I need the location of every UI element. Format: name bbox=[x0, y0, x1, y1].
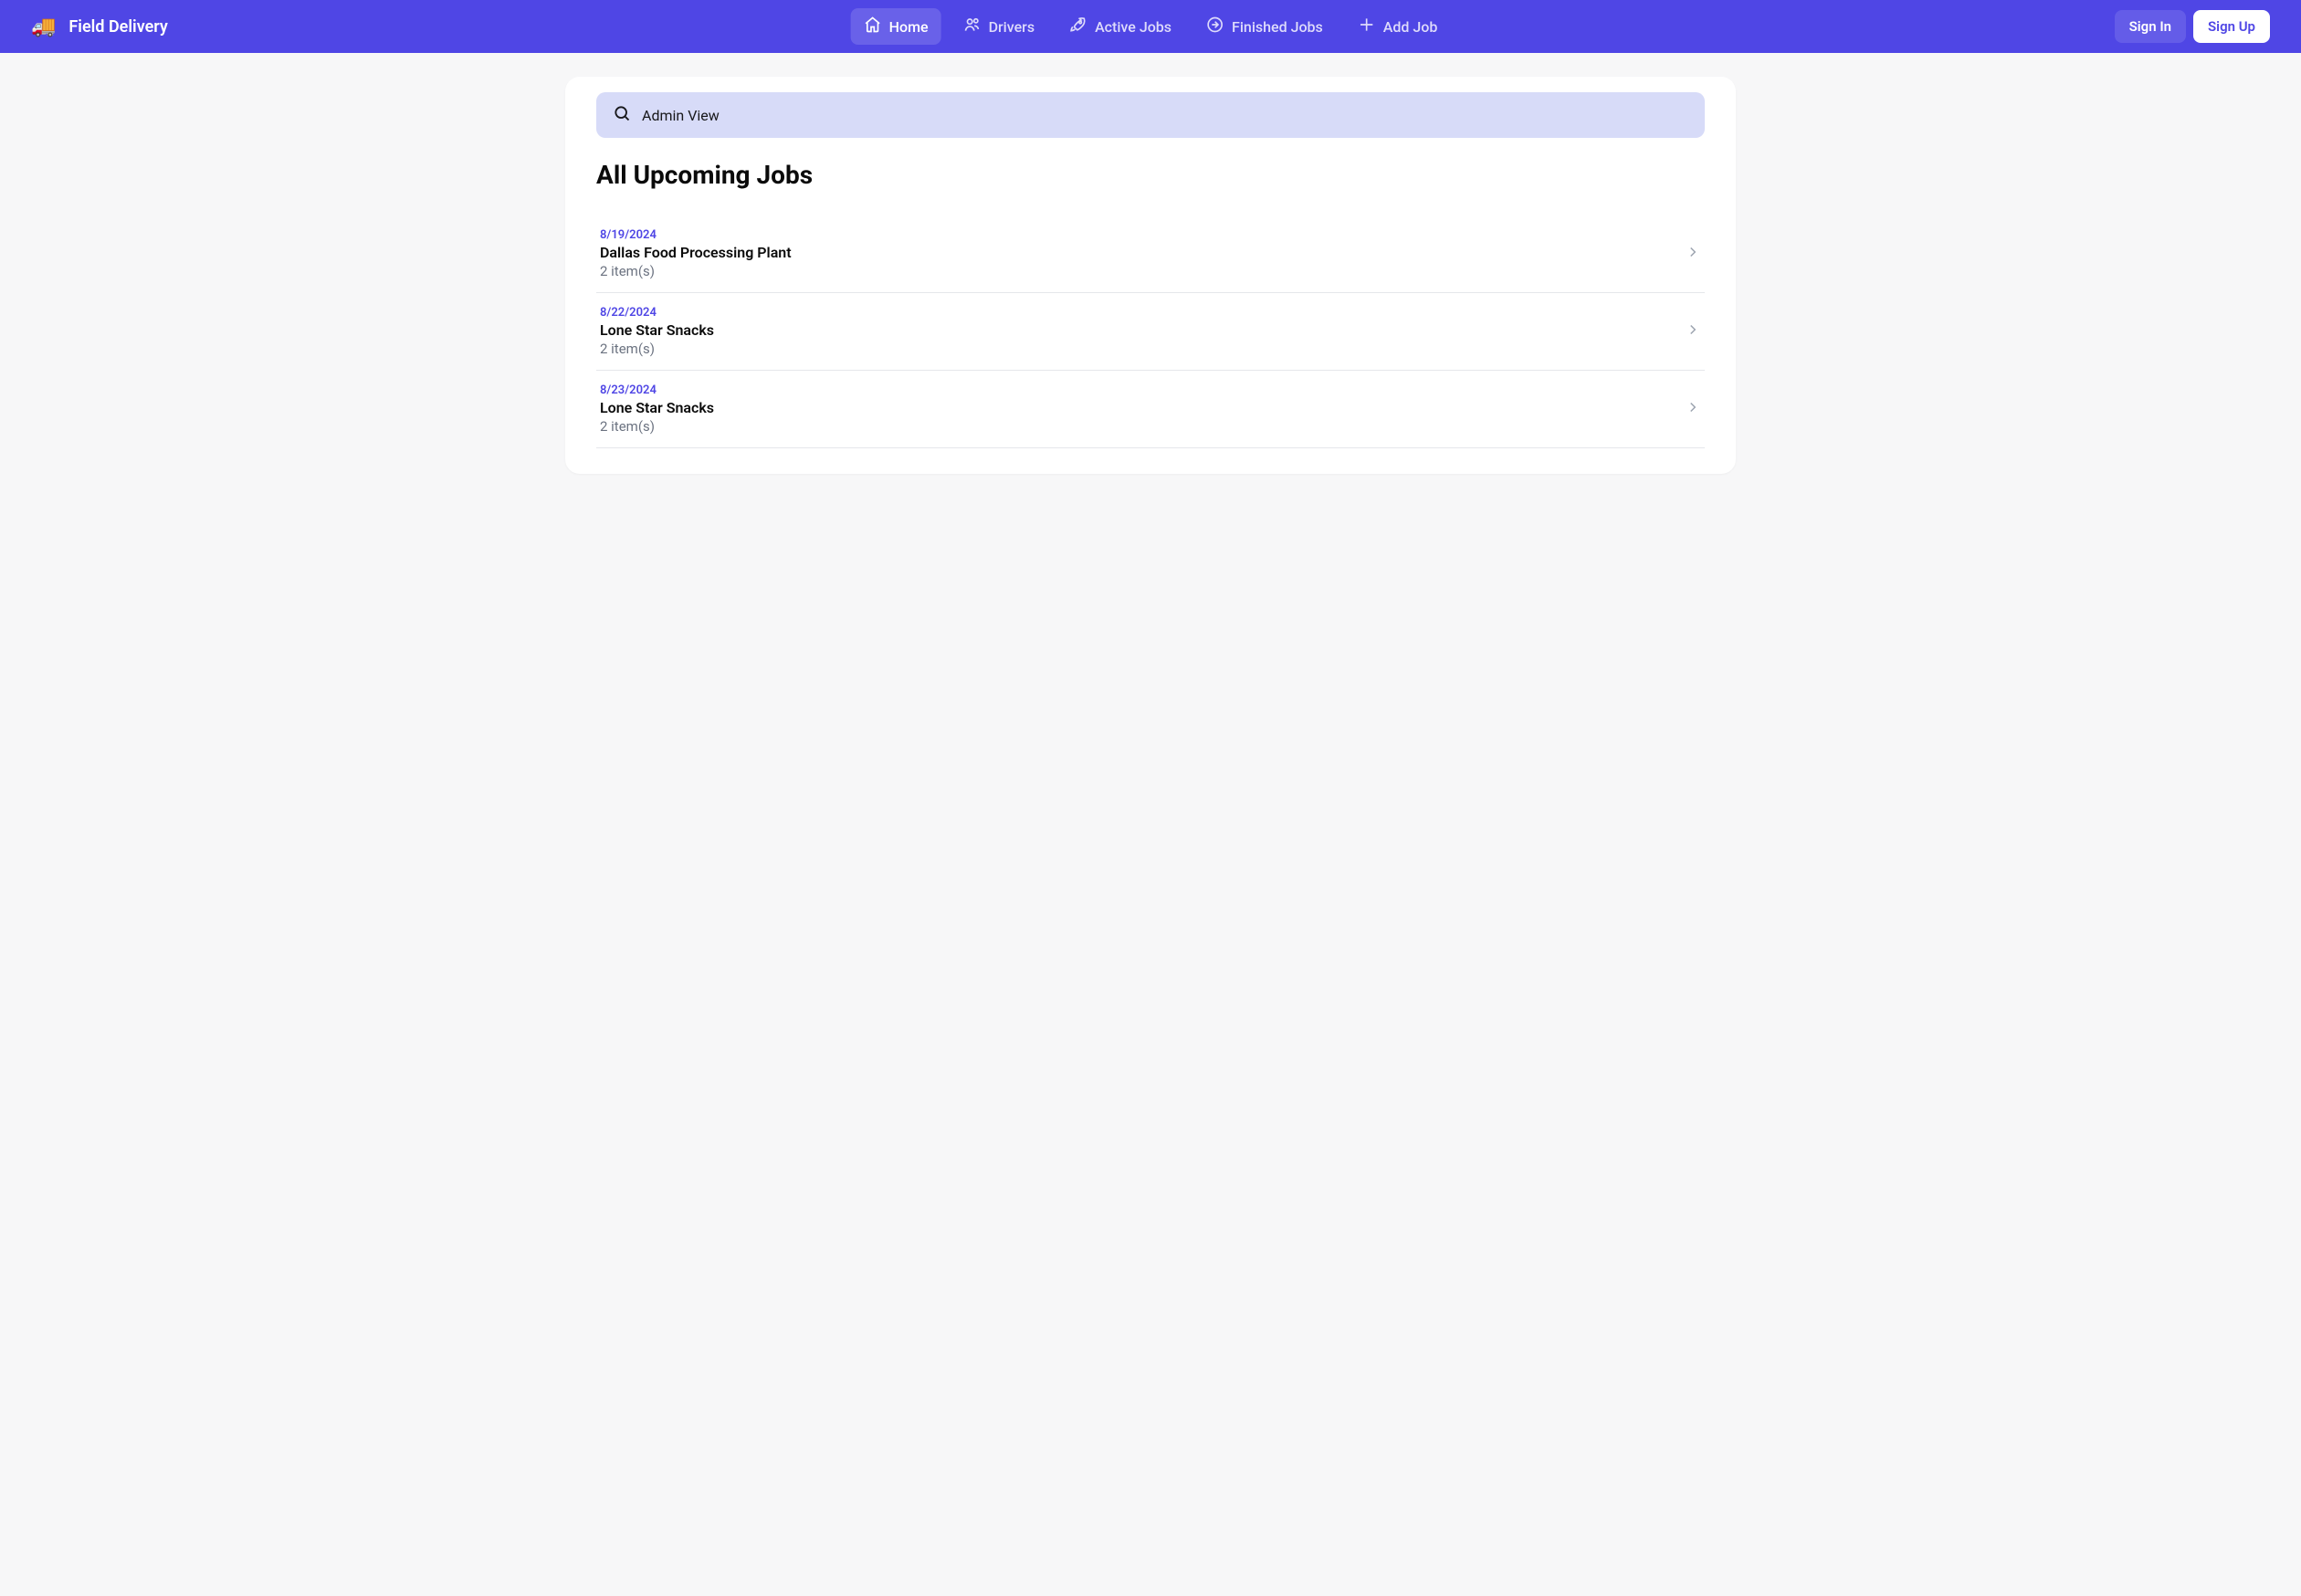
sign-in-button[interactable]: Sign In bbox=[2115, 10, 2186, 43]
navbar-brand[interactable]: 🚚 Field Delivery bbox=[31, 16, 168, 38]
page-title: All Upcoming Jobs bbox=[596, 160, 1705, 190]
home-icon bbox=[864, 16, 882, 37]
search-icon bbox=[613, 104, 631, 126]
app-title: Field Delivery bbox=[68, 17, 167, 37]
nav-item-active-jobs[interactable]: Active Jobs bbox=[1056, 8, 1184, 45]
chevron-right-icon bbox=[1685, 244, 1701, 264]
job-item[interactable]: 8/23/2024 Lone Star Snacks 2 item(s) bbox=[596, 371, 1705, 448]
main-card: Admin View All Upcoming Jobs 8/19/2024 D… bbox=[565, 77, 1736, 474]
navbar-auth: Sign In Sign Up bbox=[2115, 10, 2270, 43]
job-items: 2 item(s) bbox=[600, 418, 714, 435]
nav-item-finished-jobs[interactable]: Finished Jobs bbox=[1193, 8, 1336, 45]
nav-item-drivers[interactable]: Drivers bbox=[951, 8, 1047, 45]
job-item[interactable]: 8/22/2024 Lone Star Snacks 2 item(s) bbox=[596, 293, 1705, 371]
nav-item-add-job[interactable]: Add Job bbox=[1345, 8, 1451, 45]
arrow-circle-icon bbox=[1206, 16, 1224, 37]
navbar-menu: Home Drivers Active Jobs Finished Jobs A… bbox=[851, 8, 1451, 45]
job-date: 8/19/2024 bbox=[600, 228, 792, 242]
job-item[interactable]: 8/19/2024 Dallas Food Processing Plant 2… bbox=[596, 215, 1705, 293]
search-text: Admin View bbox=[642, 107, 720, 124]
nav-item-label: Drivers bbox=[989, 18, 1035, 36]
plus-icon bbox=[1358, 16, 1376, 37]
job-info: 8/23/2024 Lone Star Snacks 2 item(s) bbox=[600, 383, 714, 435]
job-date: 8/23/2024 bbox=[600, 383, 714, 397]
nav-item-home[interactable]: Home bbox=[851, 8, 941, 45]
chevron-right-icon bbox=[1685, 321, 1701, 341]
rocket-icon bbox=[1069, 16, 1087, 37]
chevron-right-icon bbox=[1685, 399, 1701, 419]
job-items: 2 item(s) bbox=[600, 341, 714, 357]
job-date: 8/22/2024 bbox=[600, 306, 714, 320]
nav-item-label: Home bbox=[889, 18, 929, 36]
nav-item-label: Active Jobs bbox=[1095, 18, 1172, 36]
users-icon bbox=[963, 16, 982, 37]
job-info: 8/22/2024 Lone Star Snacks 2 item(s) bbox=[600, 306, 714, 357]
nav-item-label: Finished Jobs bbox=[1232, 18, 1323, 36]
job-title: Dallas Food Processing Plant bbox=[600, 244, 792, 261]
nav-item-label: Add Job bbox=[1383, 18, 1438, 36]
job-items: 2 item(s) bbox=[600, 263, 792, 279]
job-info: 8/19/2024 Dallas Food Processing Plant 2… bbox=[600, 228, 792, 279]
job-list: 8/19/2024 Dallas Food Processing Plant 2… bbox=[596, 215, 1705, 448]
truck-icon: 🚚 bbox=[31, 16, 56, 38]
job-title: Lone Star Snacks bbox=[600, 399, 714, 416]
search-bar[interactable]: Admin View bbox=[596, 92, 1705, 138]
navbar: 🚚 Field Delivery Home Drivers Active Job… bbox=[0, 0, 2301, 53]
sign-up-button[interactable]: Sign Up bbox=[2193, 10, 2270, 43]
job-title: Lone Star Snacks bbox=[600, 321, 714, 339]
